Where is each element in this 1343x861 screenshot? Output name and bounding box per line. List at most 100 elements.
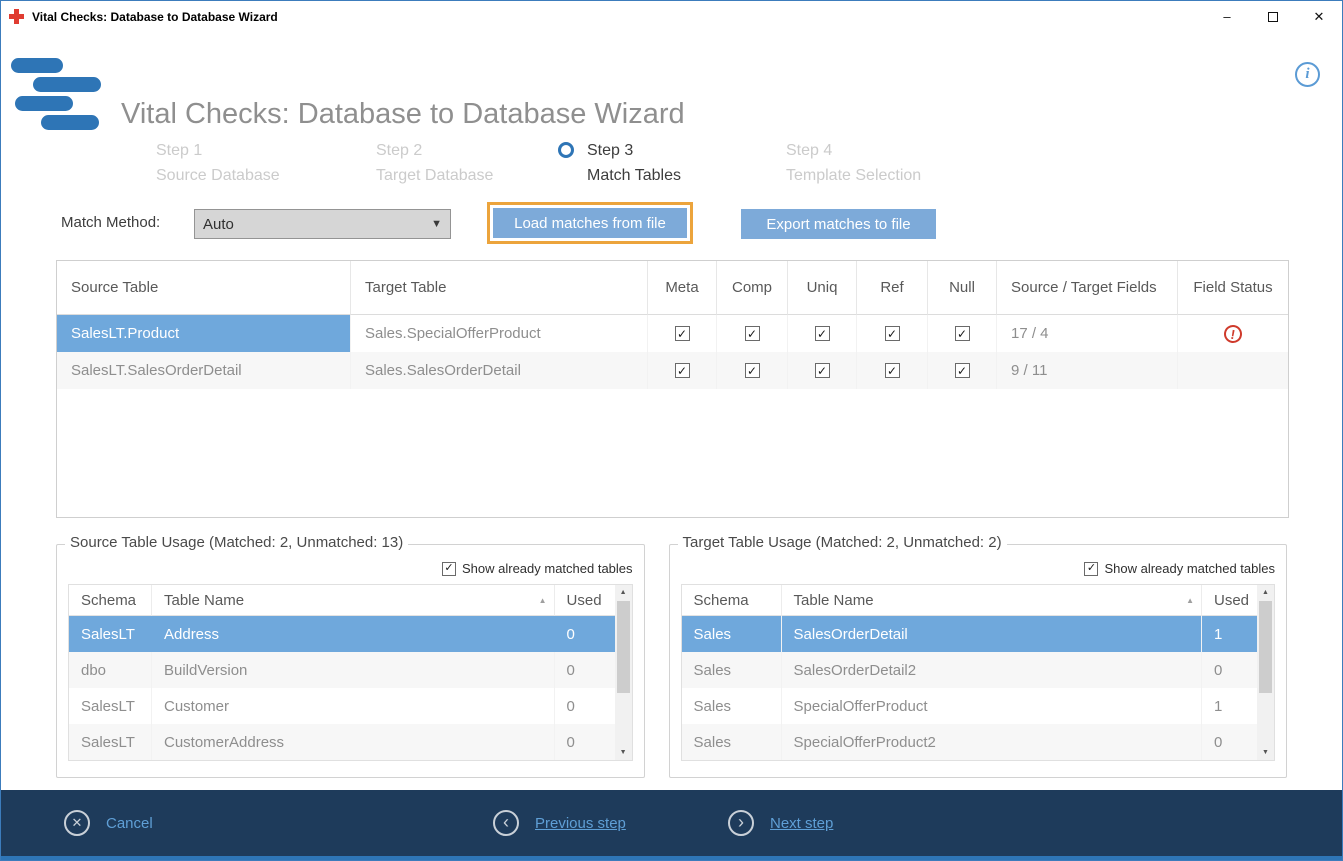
window-bottom-accent: [1, 856, 1342, 860]
header: Vital Checks: Database to Database Wizar…: [1, 32, 1342, 138]
step-4-template-selection[interactable]: Step 4 Template Selection: [786, 138, 921, 188]
scroll-down-icon[interactable]: ▼: [1257, 745, 1274, 760]
show-matched-checkbox[interactable]: [1084, 562, 1098, 576]
page-title: Vital Checks: Database to Database Wizar…: [121, 98, 685, 131]
null-checkbox[interactable]: [955, 363, 970, 378]
table-name-cell[interactable]: Customer: [152, 688, 555, 724]
schema-cell[interactable]: Sales: [682, 724, 782, 760]
step-2-target-database[interactable]: Step 2 Target Database: [376, 138, 493, 188]
export-matches-button[interactable]: Export matches to file: [741, 209, 936, 239]
table-name-cell[interactable]: BuildVersion: [152, 652, 555, 688]
used-cell[interactable]: 0: [1202, 652, 1257, 688]
fields-count-cell: 9 / 11: [997, 352, 1178, 389]
maximize-button[interactable]: [1250, 1, 1296, 32]
schema-cell[interactable]: SalesLT: [69, 616, 152, 652]
ref-checkbox[interactable]: [885, 326, 900, 341]
target-table-cell[interactable]: Sales.SalesOrderDetail: [351, 352, 648, 389]
col-schema[interactable]: Schema: [682, 585, 782, 616]
target-usage-title: Target Table Usage (Matched: 2, Unmatche…: [678, 534, 1007, 551]
cancel-button[interactable]: ✕ Cancel: [64, 810, 153, 836]
schema-cell[interactable]: SalesLT: [69, 724, 152, 760]
col-table-name[interactable]: Table Name ▲: [782, 585, 1202, 616]
next-step-button[interactable]: › Next step: [728, 810, 833, 836]
uniq-checkbox[interactable]: [815, 363, 830, 378]
used-cell[interactable]: 0: [555, 724, 615, 760]
used-cell[interactable]: 0: [555, 652, 615, 688]
scroll-up-icon[interactable]: ▲: [1257, 585, 1274, 600]
comp-checkbox[interactable]: [745, 326, 760, 341]
sort-asc-icon: ▲: [1186, 596, 1201, 605]
col-ref: Ref: [857, 261, 928, 315]
uniq-checkbox[interactable]: [815, 326, 830, 341]
target-table-cell[interactable]: Sales.SpecialOfferProduct: [351, 315, 648, 352]
table-name-cell[interactable]: Address: [152, 616, 555, 652]
schema-cell[interactable]: dbo: [69, 652, 152, 688]
comp-checkbox[interactable]: [745, 363, 760, 378]
minimize-button[interactable]: –: [1204, 1, 1250, 32]
match-toolbar: Match Method: Auto ▼ Load matches from f…: [1, 200, 1342, 248]
table-name-cell[interactable]: SalesOrderDetail2: [782, 652, 1202, 688]
used-cell[interactable]: 1: [1202, 688, 1257, 724]
match-table: Source Table Target Table Meta Comp Uniq…: [56, 260, 1289, 518]
used-cell[interactable]: 1: [1202, 616, 1257, 652]
show-matched-checkbox[interactable]: [442, 562, 456, 576]
scroll-up-icon[interactable]: ▲: [615, 585, 632, 600]
target-table-usage-panel: Target Table Usage (Matched: 2, Unmatche…: [669, 544, 1287, 778]
source-table-cell[interactable]: SalesLT.SalesOrderDetail: [57, 352, 351, 389]
scrollbar-thumb[interactable]: [617, 601, 630, 693]
ref-checkbox[interactable]: [885, 363, 900, 378]
step-1-source-database[interactable]: Step 1 Source Database: [156, 138, 280, 188]
col-used[interactable]: Used: [1202, 585, 1257, 616]
col-target-table: Target Table: [351, 261, 648, 315]
info-icon[interactable]: i: [1295, 62, 1320, 87]
chevron-down-icon: ▼: [431, 218, 442, 230]
schema-cell[interactable]: Sales: [682, 616, 782, 652]
source-table-usage-panel: Source Table Usage (Matched: 2, Unmatche…: [56, 544, 645, 778]
match-method-label: Match Method:: [61, 214, 160, 231]
col-uniq: Uniq: [788, 261, 857, 315]
match-table-row[interactable]: SalesLT.SalesOrderDetail Sales.SalesOrde…: [57, 352, 1288, 389]
step-label: Match Tables: [587, 163, 681, 188]
scroll-down-icon[interactable]: ▼: [615, 745, 632, 760]
previous-step-button[interactable]: ‹ Previous step: [493, 810, 626, 836]
step-label: Target Database: [376, 163, 493, 188]
show-matched-row: Show already matched tables: [681, 561, 1275, 576]
schema-cell[interactable]: Sales: [682, 652, 782, 688]
table-name-cell[interactable]: SalesOrderDetail: [782, 616, 1202, 652]
col-used[interactable]: Used: [555, 585, 615, 616]
show-matched-label: Show already matched tables: [462, 561, 633, 576]
wizard-steps: Step 1 Source Database Step 2 Target Dat…: [1, 138, 1342, 190]
step-label: Template Selection: [786, 163, 921, 188]
match-table-row[interactable]: SalesLT.Product Sales.SpecialOfferProduc…: [57, 315, 1288, 352]
app-logo-icon: [11, 58, 103, 136]
match-method-dropdown[interactable]: Auto ▼: [194, 209, 451, 239]
close-button[interactable]: ✕: [1296, 1, 1342, 32]
col-source-target-fields: Source / Target Fields: [997, 261, 1178, 315]
schema-cell[interactable]: SalesLT: [69, 688, 152, 724]
match-method-value: Auto: [203, 216, 234, 233]
table-name-cell[interactable]: CustomerAddress: [152, 724, 555, 760]
col-schema[interactable]: Schema: [69, 585, 152, 616]
load-matches-button[interactable]: Load matches from file: [493, 208, 687, 238]
table-name-cell[interactable]: SpecialOfferProduct2: [782, 724, 1202, 760]
null-checkbox[interactable]: [955, 326, 970, 341]
title-bar: Vital Checks: Database to Database Wizar…: [1, 1, 1342, 32]
col-table-name[interactable]: Table Name ▲: [152, 585, 555, 616]
used-cell[interactable]: 0: [1202, 724, 1257, 760]
step-number: Step 2: [376, 138, 493, 163]
step-number: Step 4: [786, 138, 921, 163]
meta-checkbox[interactable]: [675, 363, 690, 378]
source-table-cell[interactable]: SalesLT.Product: [57, 315, 351, 352]
app-window: Vital Checks: Database to Database Wizar…: [0, 0, 1343, 861]
field-status-error-icon[interactable]: [1223, 323, 1244, 344]
used-cell[interactable]: 0: [555, 688, 615, 724]
step-3-match-tables[interactable]: Step 3 Match Tables: [558, 138, 681, 188]
meta-checkbox[interactable]: [675, 326, 690, 341]
scrollbar-thumb[interactable]: [1259, 601, 1272, 693]
table-name-cell[interactable]: SpecialOfferProduct: [782, 688, 1202, 724]
vertical-scrollbar[interactable]: ▲ ▼: [1257, 585, 1274, 760]
vertical-scrollbar[interactable]: ▲ ▼: [615, 585, 632, 760]
schema-cell[interactable]: Sales: [682, 688, 782, 724]
used-cell[interactable]: 0: [555, 616, 615, 652]
match-table-header: Source Table Target Table Meta Comp Uniq…: [57, 261, 1288, 315]
